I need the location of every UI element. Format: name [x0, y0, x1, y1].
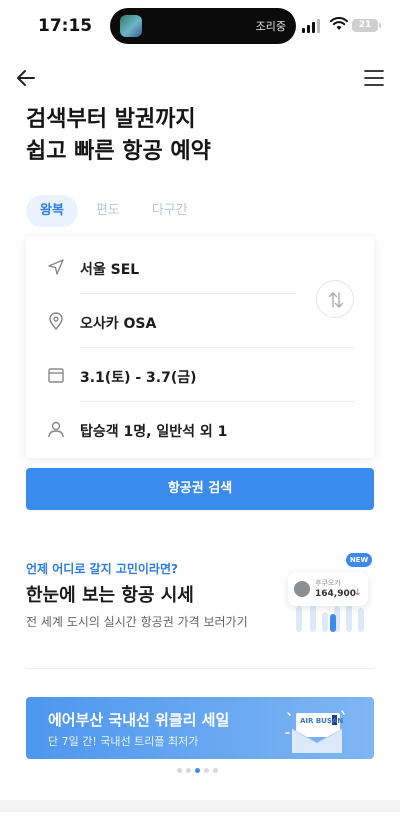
trip-type-tabs: 왕복 편도 다구간 [26, 195, 206, 227]
banner-pagination [177, 768, 222, 773]
section-divider [26, 668, 374, 669]
signal-icon [302, 28, 305, 33]
island-status-text: 조리중 [255, 20, 286, 33]
date-field[interactable]: 3.1(토) - 3.7(금) [26, 348, 374, 402]
headline-line-1: 검색부터 발권까지 [26, 107, 196, 132]
tab-one-way[interactable]: 편도 [82, 195, 134, 227]
section-spacer [0, 800, 400, 812]
passenger-value: 탑승객 1명, 일반석 외 1 [80, 424, 228, 440]
pagination-dot[interactable] [186, 768, 191, 773]
wifi-icon [330, 17, 348, 30]
promo-description[interactable]: 전 세계 도시의 실시간 항공권 가격 보러가기 [26, 613, 248, 630]
new-badge: NEW [346, 553, 372, 567]
price-mini-card: 후쿠오카 164,900 ↓ [288, 572, 368, 606]
person-icon [48, 421, 64, 438]
status-time: 17:15 [38, 16, 93, 36]
pagination-dot[interactable] [177, 768, 182, 773]
app-icon [120, 15, 142, 37]
pagination-dot[interactable] [204, 768, 209, 773]
pagination-dot-active[interactable] [195, 768, 200, 773]
passenger-field[interactable]: 탑승객 1명, 일반석 외 1 [26, 402, 374, 456]
swap-airports-button[interactable] [316, 280, 354, 318]
status-bar: 17:15 조리중 21 [0, 0, 400, 52]
hamburger-menu-icon[interactable] [364, 68, 384, 88]
promo-title[interactable]: 한눈에 보는 항공 시세 [26, 581, 194, 607]
air-busan-logo: AIR BUSAN [300, 717, 344, 725]
signal-icon [312, 22, 315, 33]
tab-round-trip[interactable]: 왕복 [26, 195, 78, 227]
location-pin-icon [49, 312, 63, 331]
city-thumbnail [294, 581, 310, 597]
status-indicators: 21 [302, 17, 382, 35]
envelope-icon [285, 710, 345, 753]
chart-bar [358, 608, 364, 632]
promo-banner[interactable]: 에어부산 국내선 위클리 세일 단 7일 간! 국내선 트리플 최저가 AIR … [26, 697, 374, 759]
dynamic-island[interactable]: 조리중 [110, 8, 296, 44]
banner-subtitle: 단 7일 간! 국내선 트리플 최저가 [48, 735, 199, 748]
departure-value: 서울 SEL [80, 262, 140, 278]
flight-search-card: 서울 SEL 오사카 OSA 3.1(토) - 3.7(금) 탑승객 1명, 일… [26, 236, 374, 458]
arrival-value: 오사카 OSA [80, 316, 157, 332]
search-flights-button[interactable]: 항공권 검색 [26, 468, 374, 510]
chart-bar [296, 606, 302, 632]
date-value: 3.1(토) - 3.7(금) [80, 370, 197, 386]
battery-icon: 21 [352, 19, 381, 32]
headline-line-2: 쉽고 빠른 항공 예약 [26, 139, 211, 164]
chart-bar-highlight [330, 614, 336, 632]
mini-card-price: 164,900 [315, 589, 356, 599]
signal-icon [317, 19, 320, 33]
pagination-dot[interactable] [213, 768, 218, 773]
back-arrow-icon[interactable] [14, 66, 38, 90]
calendar-icon [48, 368, 64, 383]
banner-title: 에어부산 국내선 위클리 세일 [48, 711, 230, 729]
mini-card-city: 후쿠오카 [315, 579, 341, 587]
page-headline: 검색부터 발권까지 쉽고 빠른 항공 예약 [26, 104, 211, 168]
promo-subtitle: 언제 어디로 갈지 고민이라면? [26, 562, 178, 576]
swap-arrows-icon [328, 292, 344, 308]
signal-icon [307, 25, 310, 33]
envelope-illustration: AIR BUSAN [284, 709, 350, 755]
price-down-icon: ↓ [354, 588, 362, 598]
tab-multi-city[interactable]: 다구간 [138, 195, 202, 227]
chart-bar [322, 612, 328, 632]
send-arrow-icon [48, 259, 64, 275]
